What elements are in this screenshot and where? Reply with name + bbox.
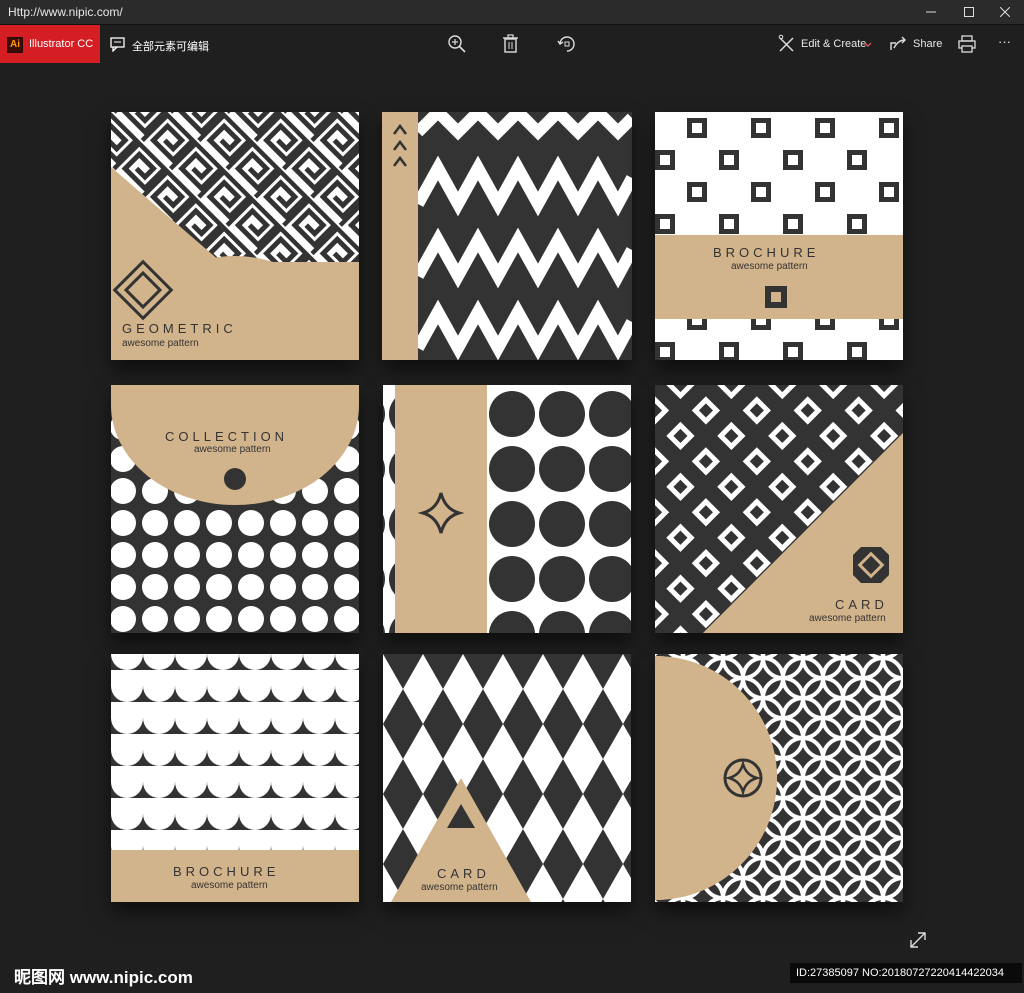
rings-pattern bbox=[383, 385, 631, 633]
card-right-subtitle: awesome pattern bbox=[809, 613, 886, 624]
tile-collection: COLLECTION awesome pattern bbox=[111, 385, 359, 633]
collection-subtitle: awesome pattern bbox=[194, 444, 271, 455]
tile-interlock bbox=[655, 654, 903, 902]
zoom-button[interactable] bbox=[446, 33, 468, 55]
diamonds-pattern bbox=[655, 385, 903, 633]
rotate-icon bbox=[557, 36, 575, 52]
illustrator-label: Illustrator CC bbox=[29, 38, 94, 50]
card-bottom-subtitle: awesome pattern bbox=[421, 882, 498, 893]
tile-triangles: CARD awesome pattern bbox=[383, 654, 631, 902]
maximize-icon bbox=[964, 7, 974, 17]
editable-note-label: 全部元素可编辑 bbox=[132, 41, 209, 53]
rotate-button[interactable] bbox=[556, 33, 578, 55]
interlock-pattern bbox=[655, 654, 903, 902]
zoom-in-icon bbox=[448, 35, 466, 53]
nipic-watermark: 昵图网 www.nipic.com bbox=[14, 968, 193, 987]
maximize-button[interactable] bbox=[950, 0, 988, 24]
tile-zigzag bbox=[382, 112, 632, 360]
edit-create-icon bbox=[778, 34, 794, 52]
zigzag-pattern bbox=[382, 112, 632, 360]
brochure-bottom-subtitle: awesome pattern bbox=[191, 880, 268, 891]
share-button[interactable]: Share bbox=[913, 38, 942, 50]
more-button[interactable]: ··· bbox=[998, 34, 1011, 49]
tile-rings bbox=[383, 385, 631, 633]
brochure-bottom-title: BROCHURE bbox=[173, 864, 280, 879]
brochure-top-title: BROCHURE bbox=[713, 245, 820, 260]
expand-icon[interactable] bbox=[908, 930, 928, 950]
card-bottom-title: CARD bbox=[437, 866, 490, 881]
dots-pattern bbox=[111, 385, 359, 633]
brochure-top-subtitle: awesome pattern bbox=[731, 261, 808, 272]
tile-scales: BROCHURE awesome pattern bbox=[111, 654, 359, 902]
chevron-down-icon[interactable] bbox=[864, 42, 872, 48]
comment-icon bbox=[110, 37, 125, 52]
tile-diamonds: CARD awesome pattern bbox=[655, 385, 903, 633]
share-icon-wrap[interactable] bbox=[888, 33, 910, 55]
title-bar: Http://www.nipic.com/ bbox=[0, 0, 1024, 25]
squares-pattern bbox=[655, 112, 903, 360]
share-icon bbox=[890, 36, 906, 50]
geometric-subtitle: awesome pattern bbox=[122, 338, 199, 349]
close-button[interactable] bbox=[986, 0, 1024, 24]
tile-squares: BROCHURE awesome pattern bbox=[655, 112, 903, 360]
minimize-icon bbox=[926, 11, 936, 13]
illustrator-icon: Ai bbox=[7, 37, 23, 53]
collection-title: COLLECTION bbox=[165, 429, 289, 444]
close-icon bbox=[1000, 7, 1010, 17]
trash-icon bbox=[503, 34, 518, 53]
illustrator-badge[interactable]: Ai Illustrator CC bbox=[0, 25, 100, 63]
edit-create-icon-wrap[interactable] bbox=[776, 33, 798, 55]
image-id-watermark: ID:27385097 NO:20180727220414422034 bbox=[790, 963, 1022, 983]
window-title: Http://www.nipic.com/ bbox=[8, 5, 123, 19]
card-right-title: CARD bbox=[835, 597, 888, 612]
minimize-button[interactable] bbox=[912, 0, 950, 24]
print-button[interactable] bbox=[956, 33, 978, 55]
printer-icon bbox=[958, 35, 976, 53]
image-viewer: GEOMETRIC awesome pattern BROCHURE aweso… bbox=[0, 64, 1024, 993]
triangles-pattern bbox=[383, 654, 631, 902]
edit-create-button[interactable]: Edit & Create bbox=[801, 38, 866, 50]
delete-button[interactable] bbox=[500, 33, 522, 55]
tile-geometric: GEOMETRIC awesome pattern bbox=[111, 112, 359, 360]
toolbar: Ai Illustrator CC 全部元素可编辑 Edit & Create … bbox=[0, 25, 1024, 63]
geometric-title: GEOMETRIC bbox=[122, 321, 237, 336]
